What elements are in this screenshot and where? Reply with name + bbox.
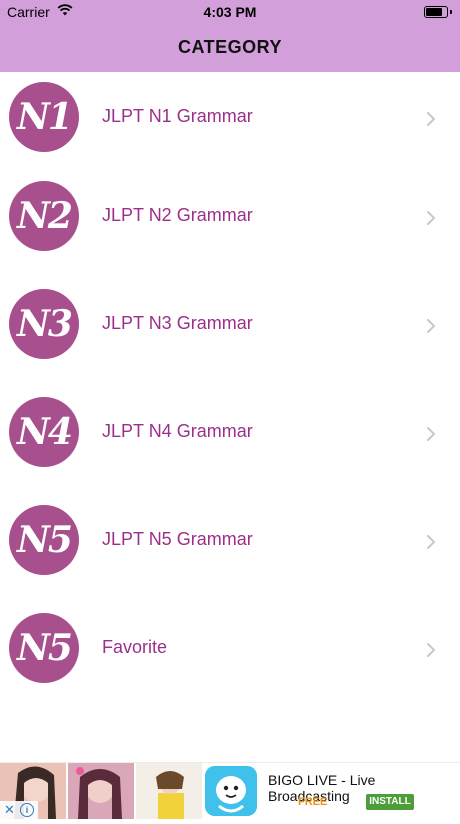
ad-app-name: BIGO LIVE - Live Broadcasting: [268, 772, 376, 804]
category-badge: N5: [9, 613, 79, 683]
category-label: JLPT N1 Grammar: [102, 106, 253, 126]
clock: 4:03 PM: [203, 4, 257, 20]
page-title: CATEGORY: [177, 37, 282, 57]
chevron-right-icon: [424, 111, 438, 127]
category-label: JLPT N4 Grammar: [102, 421, 253, 441]
category-label: JLPT N5 Grammar: [102, 529, 253, 549]
category-row[interactable]: N4 JLPT N4 Grammar: [0, 378, 460, 486]
ad-photo-2: [68, 763, 134, 819]
category-row[interactable]: N3 JLPT N3 Grammar: [0, 270, 460, 378]
chevron-right-icon: [424, 210, 438, 226]
category-badge: N2: [9, 181, 79, 251]
chevron-right-icon: [424, 426, 438, 442]
category-row[interactable]: N5 JLPT N5 Grammar: [0, 486, 460, 594]
category-row[interactable]: N1 JLPT N1 Grammar: [0, 72, 460, 162]
battery-icon: [424, 6, 452, 18]
ad-price: FREE: [298, 796, 328, 808]
category-badge: N5: [9, 505, 79, 575]
ad-banner[interactable]: ✕ i BIGO LIVE - Live Broadcasting FREE I…: [0, 762, 460, 819]
category-badge: N1: [9, 82, 79, 152]
ad-photo-3: [136, 763, 202, 819]
category-label: JLPT N2 Grammar: [102, 205, 253, 225]
header-bar: Carrier 4:03 PM CATEGORY: [0, 0, 460, 72]
chevron-right-icon: [424, 642, 438, 658]
info-icon[interactable]: i: [20, 803, 34, 817]
status-bar: Carrier 4:03 PM: [0, 0, 460, 22]
close-icon[interactable]: ✕: [4, 802, 15, 818]
category-row[interactable]: N5 Favorite: [0, 594, 460, 702]
chevron-right-icon: [424, 534, 438, 550]
category-label: JLPT N3 Grammar: [102, 313, 253, 333]
ad-app-icon[interactable]: [205, 766, 257, 816]
category-list: N1 JLPT N1 Grammar N2 JLPT N2 Grammar N3 JLPT…: [0, 72, 460, 702]
ad-close-control[interactable]: ✕ i: [0, 801, 38, 819]
chevron-right-icon: [424, 318, 438, 334]
category-label: Favorite: [102, 637, 168, 657]
ad-install-button[interactable]: INSTALL: [366, 794, 414, 810]
category-badge: N4: [9, 397, 79, 467]
category-badge: N3: [9, 289, 79, 359]
category-row[interactable]: N2 JLPT N2 Grammar: [0, 162, 460, 270]
